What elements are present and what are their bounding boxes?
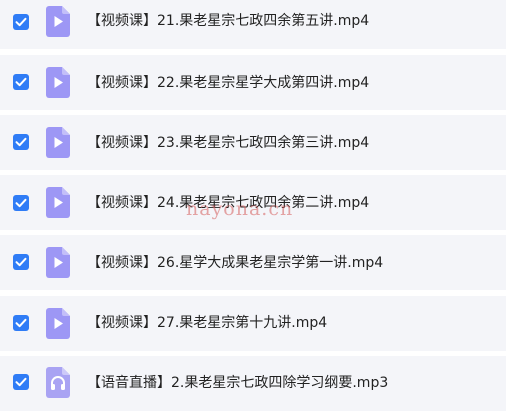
- file-row[interactable]: 【视频课】23.果老星宗七政四余第三讲.mp4: [0, 115, 506, 170]
- checkmark-icon: [15, 137, 27, 147]
- file-list: 【视频课】21.果老星宗七政四余第五讲.mp4 【视频课】22.果老星宗星学大成…: [0, 0, 506, 420]
- checkmark-icon: [15, 198, 27, 208]
- video-file-icon: [46, 247, 70, 278]
- row-checkbox[interactable]: [13, 374, 29, 390]
- checkmark-icon: [15, 257, 27, 267]
- video-file-icon: [46, 187, 70, 218]
- checkmark-icon: [15, 377, 27, 387]
- file-name: 【视频课】27.果老星宗第十九讲.mp4: [87, 315, 328, 331]
- file-row[interactable]: 【视频课】24.果老星宗七政四余第二讲.mp4: [0, 175, 506, 230]
- checkmark-icon: [15, 77, 27, 87]
- checkmark-icon: [15, 17, 27, 27]
- row-checkbox[interactable]: [13, 14, 29, 30]
- file-name: 【视频课】24.果老星宗七政四余第二讲.mp4: [87, 195, 370, 211]
- video-file-icon: [46, 6, 70, 37]
- file-row[interactable]: 【视频课】22.果老星宗星学大成第四讲.mp4: [0, 55, 506, 110]
- row-checkbox[interactable]: [13, 195, 29, 211]
- file-row[interactable]: 【视频课】21.果老星宗七政四余第五讲.mp4: [0, 0, 506, 49]
- file-row[interactable]: 【语音直播】2.果老星宗七政四除学习纲要.mp3: [0, 356, 506, 411]
- video-file-icon: [46, 67, 70, 98]
- row-checkbox[interactable]: [13, 134, 29, 150]
- file-name: 【视频课】22.果老星宗星学大成第四讲.mp4: [87, 75, 370, 91]
- video-file-icon: [46, 127, 70, 158]
- row-checkbox[interactable]: [13, 74, 29, 90]
- file-name: 【语音直播】2.果老星宗七政四除学习纲要.mp3: [87, 375, 389, 391]
- file-row[interactable]: 【视频课】26.星学大成果老星宗学第一讲.mp4: [0, 235, 506, 290]
- video-file-icon: [46, 308, 70, 339]
- file-name: 【视频课】21.果老星宗七政四余第五讲.mp4: [87, 13, 370, 29]
- row-checkbox[interactable]: [13, 315, 29, 331]
- file-name: 【视频课】23.果老星宗七政四余第三讲.mp4: [87, 135, 370, 151]
- checkmark-icon: [15, 318, 27, 328]
- audio-file-icon: [46, 367, 70, 398]
- row-checkbox[interactable]: [13, 254, 29, 270]
- file-name: 【视频课】26.星学大成果老星宗学第一讲.mp4: [87, 255, 384, 271]
- file-row[interactable]: 【视频课】27.果老星宗第十九讲.mp4: [0, 296, 506, 351]
